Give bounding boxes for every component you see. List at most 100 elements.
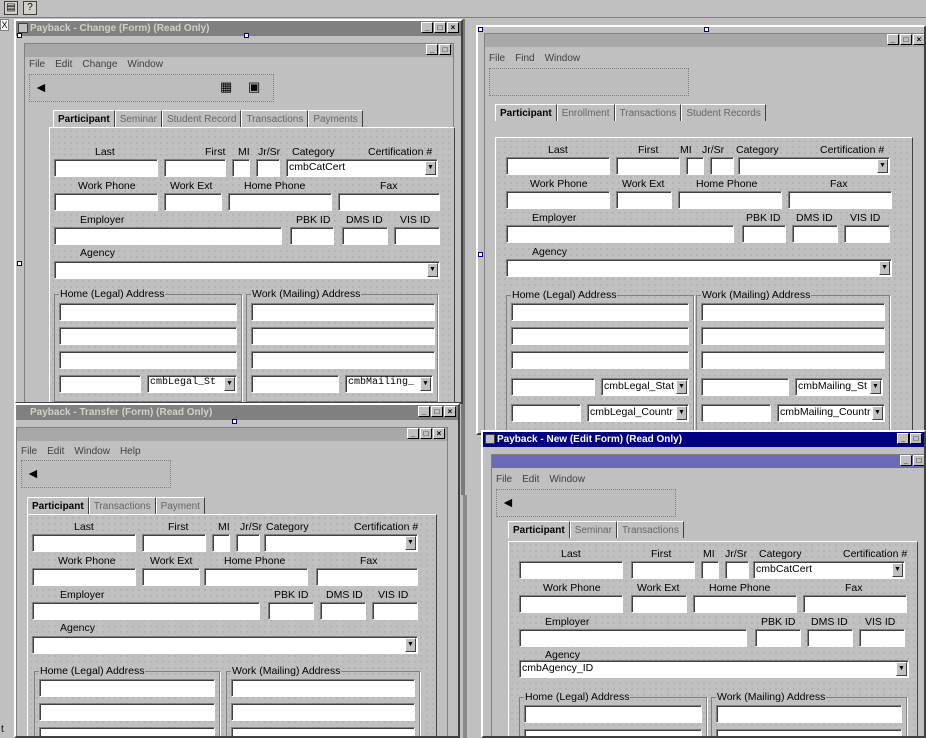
back-arrow-icon[interactable]: ◄: [34, 79, 48, 95]
work-address-line1[interactable]: [251, 303, 435, 321]
window-change-form[interactable]: Payback - Change (Form) (Read Only) _ □ …: [14, 19, 463, 404]
form-icon[interactable]: ▤: [4, 1, 18, 15]
maximize-button[interactable]: □: [434, 22, 446, 33]
home-address-line1[interactable]: [39, 679, 215, 697]
window-new-edit-form[interactable]: Payback - New (Edit Form) (Read Only) _ …: [481, 430, 926, 738]
home-zip-field[interactable]: [511, 404, 581, 422]
left-close-fragment[interactable]: X: [0, 19, 9, 31]
tab-enrollment[interactable]: Enrollment: [556, 104, 615, 121]
menu-change[interactable]: Change: [82, 59, 117, 72]
work-phone-field[interactable]: [506, 191, 610, 209]
window-participant-form[interactable]: _ □ × File Find Window Participant Enrol…: [476, 25, 926, 435]
tab-transactions[interactable]: Transactions: [614, 104, 682, 121]
minimize-button[interactable]: _: [418, 406, 430, 417]
minimize-button[interactable]: _: [421, 22, 433, 33]
dms-id-field[interactable]: [807, 629, 853, 647]
work-address-line3[interactable]: [701, 351, 885, 369]
certification-combo[interactable]: ▼: [738, 157, 890, 175]
home-phone-field[interactable]: [228, 193, 332, 211]
combo-arrow-icon[interactable]: ▼: [877, 159, 888, 173]
home-address-line2[interactable]: [524, 729, 702, 736]
vis-id-field[interactable]: [844, 225, 890, 243]
resize-handle[interactable]: [704, 27, 709, 32]
window-titlebar[interactable]: Payback - Transfer (Form) (Read Only) _ …: [16, 405, 458, 420]
tab-transactions[interactable]: Transactions: [241, 110, 309, 127]
mailing-state-combo[interactable]: cmbMailing_ ▼: [345, 375, 433, 393]
agency-combo[interactable]: cmbAgency_ID ▼: [519, 660, 909, 678]
work-phone-field[interactable]: [519, 595, 623, 613]
menu-edit[interactable]: Edit: [55, 59, 72, 72]
resize-handle[interactable]: [17, 33, 22, 38]
pane-divider-lower[interactable]: [463, 495, 467, 738]
menu-window[interactable]: Window: [545, 53, 581, 66]
work-address-line2[interactable]: [231, 703, 415, 721]
work-address-line1[interactable]: [231, 679, 415, 697]
combo-arrow-icon[interactable]: ▼: [676, 406, 687, 420]
mi-field[interactable]: [212, 534, 230, 552]
back-arrow-icon[interactable]: ◄: [501, 494, 515, 510]
certification-combo[interactable]: cmbCatCert ▼: [753, 561, 905, 579]
combo-arrow-icon[interactable]: ▼: [896, 662, 907, 676]
certification-combo[interactable]: ▼: [264, 534, 418, 552]
dms-id-field[interactable]: [320, 602, 366, 620]
home-address-line3[interactable]: [39, 727, 215, 736]
menu-file[interactable]: File: [21, 446, 37, 459]
inner-close-button[interactable]: ×: [433, 428, 445, 439]
resize-handle[interactable]: [244, 33, 249, 38]
last-name-field[interactable]: [32, 534, 136, 552]
inner-minimize-button[interactable]: _: [407, 428, 419, 439]
window-transfer-form[interactable]: Payback - Transfer (Form) (Read Only) _ …: [14, 403, 460, 738]
home-address-line1[interactable]: [524, 705, 702, 723]
mi-field[interactable]: [701, 561, 719, 579]
last-name-field[interactable]: [519, 561, 623, 579]
employer-field[interactable]: [32, 602, 260, 620]
home-phone-field[interactable]: [204, 568, 308, 586]
resize-handle[interactable]: [478, 252, 483, 257]
menu-edit[interactable]: Edit: [522, 474, 539, 487]
save-icon[interactable]: ▣: [248, 79, 260, 95]
vis-id-field[interactable]: [372, 602, 418, 620]
jrsr-field[interactable]: [710, 157, 734, 175]
resize-handle[interactable]: [478, 27, 483, 32]
combo-arrow-icon[interactable]: ▼: [872, 406, 883, 420]
menu-window[interactable]: Window: [74, 446, 110, 459]
fax-field[interactable]: [788, 191, 892, 209]
work-address-line3[interactable]: [251, 351, 435, 369]
combo-arrow-icon[interactable]: ▼: [405, 638, 416, 652]
dms-id-field[interactable]: [342, 227, 388, 245]
employer-field[interactable]: [519, 629, 747, 647]
first-name-field[interactable]: [631, 561, 695, 579]
pbk-id-field[interactable]: [742, 225, 786, 243]
home-city-field[interactable]: [59, 375, 141, 393]
work-ext-field[interactable]: [616, 191, 672, 209]
agency-combo[interactable]: ▼: [54, 261, 440, 279]
work-ext-field[interactable]: [631, 595, 687, 613]
work-address-line2[interactable]: [701, 327, 885, 345]
work-zip-field[interactable]: [701, 404, 771, 422]
work-city-field[interactable]: [251, 375, 339, 393]
tab-seminar[interactable]: Seminar: [114, 110, 162, 127]
tab-student-record[interactable]: Student Record: [161, 110, 242, 127]
combo-arrow-icon[interactable]: ▼: [892, 563, 903, 577]
certification-combo[interactable]: cmbCatCert ▼: [286, 159, 438, 177]
first-name-field[interactable]: [142, 534, 206, 552]
tab-participant[interactable]: Participant: [27, 497, 89, 514]
print-icon[interactable]: ▦: [220, 79, 232, 95]
tab-transactions[interactable]: Transactions: [88, 497, 156, 514]
mi-field[interactable]: [232, 159, 250, 177]
pbk-id-field[interactable]: [290, 227, 334, 245]
tab-seminar[interactable]: Seminar: [569, 521, 617, 538]
work-phone-field[interactable]: [32, 568, 136, 586]
fax-field[interactable]: [316, 568, 418, 586]
first-name-field[interactable]: [164, 159, 226, 177]
tab-payments[interactable]: Payments: [308, 110, 363, 127]
window-titlebar[interactable]: Payback - New (Edit Form) (Read Only) _ …: [483, 432, 924, 447]
dms-id-field[interactable]: [792, 225, 838, 243]
work-ext-field[interactable]: [142, 568, 200, 586]
inner-minimize-button[interactable]: _: [887, 34, 899, 45]
work-city-field[interactable]: [701, 378, 789, 396]
combo-arrow-icon[interactable]: ▼: [420, 377, 431, 391]
combo-arrow-icon[interactable]: ▼: [870, 380, 881, 394]
pbk-id-field[interactable]: [268, 602, 314, 620]
menu-window[interactable]: Window: [549, 474, 585, 487]
